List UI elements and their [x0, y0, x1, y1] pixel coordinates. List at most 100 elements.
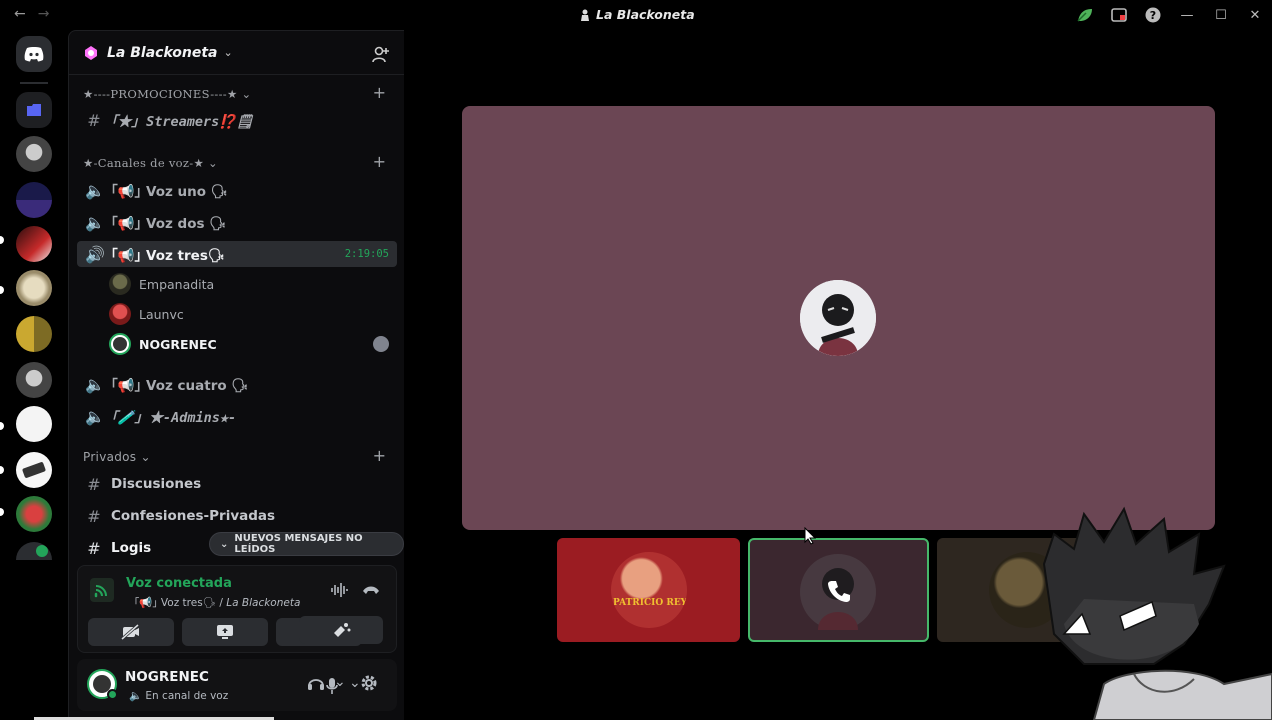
speaker-icon	[36, 545, 48, 557]
settings-gear-icon[interactable]	[360, 674, 378, 692]
unread-pill	[0, 236, 4, 244]
folder-icon[interactable]	[16, 92, 52, 128]
new-messages-pill[interactable]: ⌄ NUEVOS MENSAJES NO LEÍDOS	[209, 532, 404, 556]
help-icon[interactable]: ?	[1136, 0, 1170, 30]
avatar	[800, 280, 876, 356]
voice-location[interactable]: ｢📢｣ Voz tres🗣 / La Blackoneta	[134, 595, 300, 610]
camera-off-button[interactable]	[88, 618, 174, 646]
category-voz[interactable]: ★-Canales de voz-★ ⌄	[83, 156, 218, 170]
category-promociones[interactable]: ★----PROMOCIONES----★ ⌄	[83, 87, 251, 101]
unread-pill	[0, 422, 4, 430]
chevron-down-icon: ⌄	[140, 450, 151, 464]
camera-off-icon	[121, 624, 139, 640]
hashtag-icon: #	[87, 110, 101, 130]
user-status: 🔈 En canal de voz	[129, 690, 229, 702]
add-channel-icon[interactable]: +	[373, 446, 386, 465]
voice-user[interactable]: Launvc	[109, 301, 184, 327]
headphones-icon[interactable]	[307, 675, 325, 691]
channel-voz-tres[interactable]: 🔊 ｢📢｣ Voz tres🗣 2:19:05	[77, 241, 397, 267]
voice-user[interactable]: NOGRENEC	[109, 331, 409, 357]
speaker-icon: 🔊	[85, 244, 105, 264]
speaker-icon: 🔈	[85, 212, 105, 232]
voice-status[interactable]: Voz conectada	[126, 576, 232, 591]
channel-voz-uno[interactable]: 🔈 ｢📢｣ Voz uno 🗣	[77, 177, 397, 203]
focused-participant-tile[interactable]	[462, 106, 1215, 530]
noise-suppression-icon[interactable]	[330, 582, 348, 598]
forward-icon[interactable]: →	[38, 6, 50, 22]
add-channel-icon[interactable]: +	[373, 152, 386, 171]
speaker-icon: 🔈	[129, 690, 143, 702]
avatar: PATRICIO REY	[611, 552, 687, 628]
person-icon	[581, 9, 589, 21]
speaker-icon: 🔈	[85, 180, 105, 200]
add-channel-icon[interactable]: +	[373, 83, 386, 102]
online-status-icon	[107, 689, 118, 700]
chevron-down-icon: ⌄	[223, 46, 233, 59]
chevron-down-icon[interactable]: ⌄	[349, 675, 361, 691]
hashtag-icon: #	[87, 506, 101, 526]
server-icon-red[interactable]	[16, 226, 52, 262]
category-privados[interactable]: Privados ⌄	[83, 450, 151, 464]
hashtag-icon: #	[87, 538, 101, 558]
server-icon-skull-2[interactable]	[16, 362, 52, 398]
channel-voz-cuatro[interactable]: 🔈 ｢📢｣ Voz cuatro 🗣	[77, 371, 397, 397]
voice-stage: PATRICIO REY	[404, 30, 1272, 720]
avatar	[109, 273, 131, 295]
inbox-icon[interactable]	[1102, 0, 1136, 30]
server-header[interactable]: La Blackoneta ⌄	[69, 31, 404, 75]
channel-discusiones[interactable]: # Discusiones	[77, 471, 397, 497]
overlay-character-image	[1042, 506, 1272, 720]
screen-share-button[interactable]	[182, 618, 268, 646]
soundboard-icon	[334, 623, 351, 637]
channel-streamers[interactable]: # ｢★｣ Streamers⁉️🗒	[77, 107, 397, 133]
username[interactable]: NOGRENEC	[125, 669, 209, 685]
server-icon-car[interactable]	[16, 182, 52, 218]
server-icon-sketch[interactable]	[16, 406, 52, 442]
disconnect-icon[interactable]	[362, 584, 380, 596]
locked-speaker-icon: 🔈	[85, 406, 105, 426]
server-icon-duo[interactable]	[16, 316, 52, 352]
signal-icon[interactable]	[90, 578, 114, 602]
unread-pill	[0, 508, 4, 516]
server-icon-voice[interactable]	[16, 542, 52, 560]
call-timer: 2:19:05	[344, 248, 389, 260]
chevron-down-icon: ⌄	[208, 156, 218, 170]
minimize-icon[interactable]: —	[1170, 0, 1204, 30]
chevron-down-icon: ⌄	[220, 538, 229, 550]
title-bar: ← → La Blackoneta ? — ☐ ✕	[0, 0, 1272, 30]
maximize-icon[interactable]: ☐	[1204, 0, 1238, 30]
screen-share-icon	[217, 625, 233, 639]
nitro-leaf-icon[interactable]	[1068, 0, 1102, 30]
channel-confesiones[interactable]: # Confesiones-Privadas	[77, 503, 397, 529]
server-name: La Blackoneta	[107, 44, 218, 61]
nav-arrows: ← →	[14, 6, 49, 22]
unread-pill	[0, 286, 4, 294]
chevron-down-icon: ⌄	[241, 87, 252, 101]
server-list	[0, 30, 68, 720]
avatar[interactable]	[87, 669, 118, 700]
mouse-cursor-icon	[804, 527, 816, 545]
unread-pill	[0, 466, 4, 474]
avatar	[109, 303, 131, 325]
server-icon-bread[interactable]	[16, 270, 52, 306]
participant-tile-active[interactable]	[748, 538, 929, 642]
close-icon[interactable]: ✕	[1238, 0, 1272, 30]
server-icon-skull[interactable]	[16, 136, 52, 172]
activity-icon[interactable]	[373, 336, 389, 352]
add-member-icon[interactable]	[372, 45, 390, 63]
boost-icon	[85, 45, 97, 60]
channel-admins[interactable]: 🔈 ｢🧪｣ ★-Admins★-	[77, 403, 397, 429]
guild-separator	[20, 82, 48, 84]
svg-text:?: ?	[1150, 9, 1156, 22]
channel-voz-dos[interactable]: 🔈 ｢📢｣ Voz dos 🗣	[77, 209, 397, 235]
participant-tile[interactable]: PATRICIO REY	[557, 538, 740, 642]
voice-user[interactable]: Empanadita	[109, 271, 214, 297]
discord-home-icon[interactable]	[16, 36, 52, 72]
user-panel: NOGRENEC 🔈 En canal de voz ⌄	[77, 659, 397, 711]
back-icon[interactable]: ←	[14, 6, 26, 22]
server-icon-xmas[interactable]	[16, 496, 52, 532]
server-icon-gadget[interactable]	[16, 452, 52, 488]
window-title: La Blackoneta	[580, 7, 695, 22]
avatar	[109, 333, 131, 355]
chevron-down-icon[interactable]: ⌄	[334, 674, 346, 690]
